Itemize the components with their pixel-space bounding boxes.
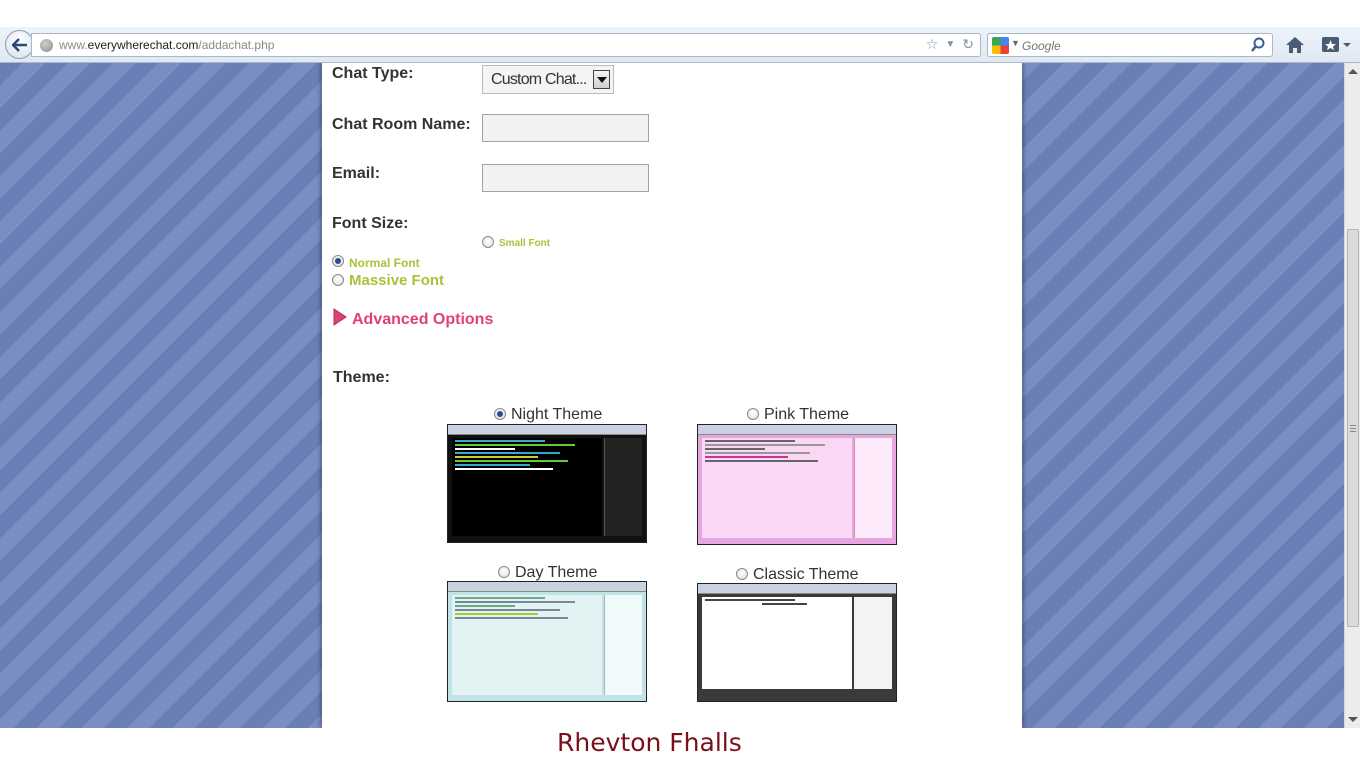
- google-engine-icon[interactable]: [992, 37, 1009, 54]
- room-name-label: Chat Room Name:: [332, 116, 471, 133]
- day-theme-radio[interactable]: [498, 566, 510, 578]
- scroll-up-icon[interactable]: [1348, 69, 1358, 74]
- navigation-toolbar: www.everywherechat.com/addachat.php ☆ ▼ …: [0, 27, 1360, 63]
- scrollbar-thumb[interactable]: [1347, 229, 1359, 627]
- search-input[interactable]: [1022, 37, 1242, 54]
- bottom-strip: Rhevton Fhalls: [0, 728, 1360, 768]
- small-font-label[interactable]: Small Font: [499, 238, 550, 249]
- normal-font-radio[interactable]: [332, 255, 344, 267]
- email-input[interactable]: [482, 164, 649, 192]
- small-font-radio[interactable]: [482, 236, 494, 248]
- pink-theme-radio[interactable]: [747, 408, 759, 420]
- scroll-down-icon[interactable]: [1348, 717, 1358, 722]
- day-theme-preview[interactable]: [447, 581, 647, 702]
- url-domain: everywherechat.com: [87, 38, 199, 52]
- classic-theme-radio[interactable]: [736, 568, 748, 580]
- back-button[interactable]: [5, 30, 34, 59]
- search-icon[interactable]: [1250, 37, 1266, 53]
- page-viewport: Chat Type: Custom Chat... Chat Room Name…: [0, 63, 1344, 728]
- massive-font-label[interactable]: Massive Font: [349, 272, 444, 289]
- titlebar-area: [0, 0, 1360, 27]
- theme-label: Theme:: [333, 369, 390, 386]
- history-dropdown-icon[interactable]: ▼: [945, 39, 955, 50]
- room-name-input[interactable]: [482, 114, 649, 142]
- advanced-options-link[interactable]: Advanced Options: [352, 311, 493, 329]
- bookmarks-menu-icon[interactable]: [1321, 35, 1353, 55]
- pink-theme-preview[interactable]: [697, 424, 897, 545]
- expand-triangle-icon[interactable]: [333, 308, 347, 326]
- pink-theme-label[interactable]: Pink Theme: [764, 406, 849, 424]
- night-theme-label[interactable]: Night Theme: [511, 406, 602, 424]
- classic-theme-label[interactable]: Classic Theme: [753, 566, 859, 584]
- dropdown-arrow-icon[interactable]: [593, 70, 610, 89]
- back-arrow-icon: [11, 37, 27, 52]
- url-text[interactable]: www.everywherechat.com/addachat.php: [59, 38, 274, 52]
- watermark-text: Rhevton Fhalls: [557, 728, 742, 757]
- normal-font-label[interactable]: Normal Font: [349, 256, 420, 270]
- site-identity-icon[interactable]: [40, 39, 53, 52]
- reload-icon[interactable]: ↻: [962, 36, 974, 53]
- address-bar[interactable]: www.everywherechat.com/addachat.php ☆ ▼ …: [31, 33, 981, 57]
- chat-type-label: Chat Type:: [332, 65, 414, 82]
- night-theme-preview[interactable]: [447, 424, 647, 543]
- classic-theme-preview[interactable]: [697, 583, 897, 702]
- vertical-scrollbar[interactable]: [1344, 63, 1360, 728]
- engine-dropdown-icon[interactable]: ▼: [1011, 38, 1020, 48]
- email-label: Email:: [332, 165, 381, 182]
- bookmark-star-icon[interactable]: ☆: [926, 36, 939, 53]
- chat-type-value: Custom Chat...: [491, 71, 587, 88]
- font-size-label: Font Size:: [332, 215, 409, 232]
- night-theme-radio[interactable]: [494, 408, 506, 420]
- chat-type-select[interactable]: Custom Chat...: [482, 65, 614, 94]
- massive-font-radio[interactable]: [332, 274, 344, 286]
- day-theme-label[interactable]: Day Theme: [515, 564, 597, 582]
- home-icon[interactable]: [1284, 35, 1306, 55]
- search-box[interactable]: ▼: [987, 33, 1273, 57]
- add-chat-form: Chat Type: Custom Chat... Chat Room Name…: [322, 63, 1022, 728]
